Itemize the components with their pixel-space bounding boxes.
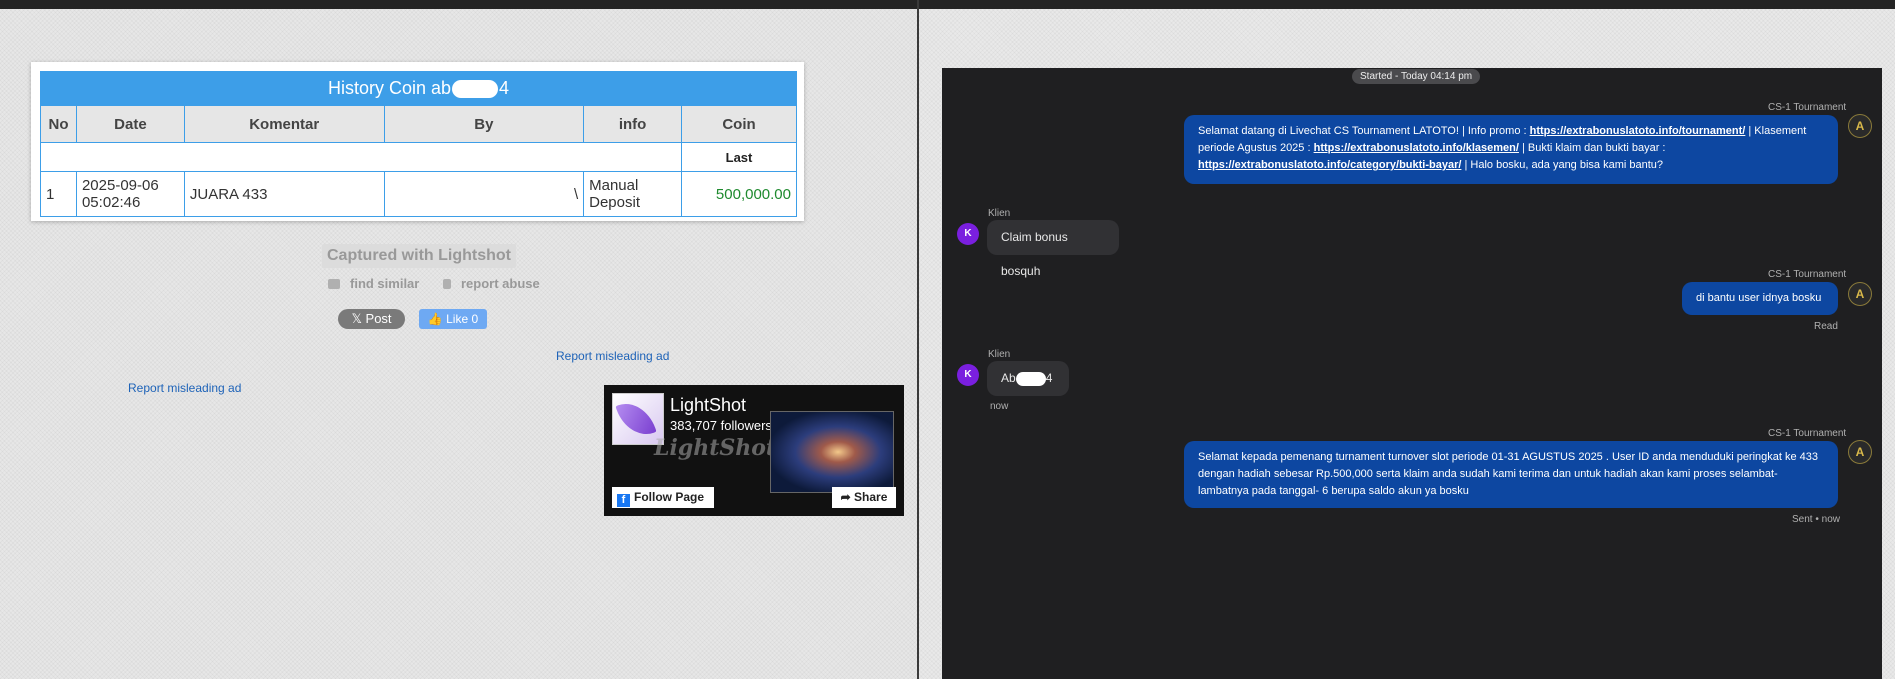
sent-status: Sent • now bbox=[1792, 514, 1840, 525]
client-avatar: K bbox=[957, 364, 979, 386]
read-status: Read bbox=[1814, 321, 1838, 332]
redaction-mask bbox=[1015, 371, 1046, 386]
agent-name: CS-1 Tournament bbox=[1768, 269, 1847, 280]
col-komentar: Komentar bbox=[183, 105, 385, 143]
fb-page-name[interactable]: LightShot bbox=[670, 395, 746, 416]
fb-followers: 383,707 followers bbox=[670, 418, 772, 433]
col-date: Date bbox=[75, 105, 185, 143]
client-message: Ab 4 bbox=[987, 361, 1069, 396]
agent-avatar: A bbox=[1848, 282, 1872, 306]
agent-avatar: A bbox=[1848, 114, 1872, 138]
report-misleading-ad-link[interactable]: Report misleading ad bbox=[556, 349, 669, 363]
fb-share-button[interactable]: ➦ Share bbox=[832, 487, 896, 508]
bukti-bayar-link[interactable]: https://extrabonuslatoto.info/category/b… bbox=[1198, 159, 1461, 171]
table-row: 1 2025-09-06 05:02:46 JUARA 433 \ Manual… bbox=[40, 171, 797, 217]
agent-message: di bantu user idnya bosku bbox=[1682, 282, 1838, 315]
history-table: No Date Komentar By info Coin Last 1 202… bbox=[39, 105, 797, 217]
klasemen-link[interactable]: https://extrabonuslatoto.info/klasemen/ bbox=[1314, 142, 1519, 154]
captured-with-lightshot: Captured with Lightshot bbox=[322, 244, 516, 268]
agent-name: CS-1 Tournament bbox=[1768, 102, 1847, 113]
cover-image bbox=[770, 411, 894, 493]
lightshot-watermark: LightShot bbox=[654, 435, 777, 461]
agent-message: Selamat kepada pemenang turnament turnov… bbox=[1184, 441, 1838, 508]
agent-name: CS-1 Tournament bbox=[1768, 428, 1847, 439]
fb-follow-button[interactable]: f Follow Page bbox=[612, 487, 714, 508]
client-name: Klien bbox=[988, 208, 1011, 219]
report-misleading-ad-link[interactable]: Report misleading ad bbox=[128, 381, 241, 395]
top-bar bbox=[0, 0, 1895, 9]
chat-window: Started - Today 04:14 pm CS-1 Tournament… bbox=[942, 68, 1882, 679]
promo-link[interactable]: https://extrabonuslatoto.info/tournament… bbox=[1530, 125, 1746, 137]
coin-value: 500,000.00 bbox=[681, 171, 797, 217]
col-by: By bbox=[383, 105, 585, 143]
action-links: find similar report abuse bbox=[328, 276, 560, 291]
livechat-pane: Started - Today 04:14 pm CS-1 Tournament… bbox=[919, 9, 1895, 679]
history-coin-title: History Coin ab 4 bbox=[40, 71, 797, 105]
screenshot-image: History Coin ab 4 No Date Komentar By inf… bbox=[31, 62, 804, 221]
client-name: Klien bbox=[988, 349, 1011, 360]
camera-icon bbox=[328, 279, 340, 289]
x-post-button[interactable]: 𝕏 Post bbox=[338, 309, 405, 329]
lightshot-pane: History Coin ab 4 No Date Komentar By inf… bbox=[0, 9, 917, 679]
chat-started-label: Started - Today 04:14 pm bbox=[1352, 69, 1481, 84]
thumbs-up-icon: 👍 bbox=[427, 312, 447, 326]
redaction-mask bbox=[452, 80, 499, 99]
agent-avatar: A bbox=[1848, 440, 1872, 464]
report-abuse-link[interactable]: report abuse bbox=[442, 276, 550, 291]
x-icon: 𝕏 bbox=[351, 311, 366, 326]
client-avatar: K bbox=[957, 223, 979, 245]
message-time: now bbox=[990, 401, 1009, 412]
facebook-page-widget[interactable]: LightShot 383,707 followers LightShot fF… bbox=[604, 385, 904, 516]
col-coin: Coin bbox=[681, 105, 797, 143]
client-message: Claim bonus bosquh bbox=[987, 220, 1119, 278]
agent-message: Selamat datang di Livechat CS Tournament… bbox=[1184, 115, 1838, 184]
find-similar-link[interactable]: find similar bbox=[328, 276, 429, 291]
last-label: Last bbox=[681, 142, 797, 172]
facebook-icon: f bbox=[617, 494, 630, 507]
col-no: No bbox=[40, 105, 77, 143]
share-icon: ➦ bbox=[840, 490, 855, 504]
trash-icon bbox=[442, 279, 451, 289]
feather-icon bbox=[615, 396, 657, 442]
col-info: info bbox=[583, 105, 683, 143]
fb-like-button[interactable]: 👍 Like 0 bbox=[419, 309, 487, 329]
